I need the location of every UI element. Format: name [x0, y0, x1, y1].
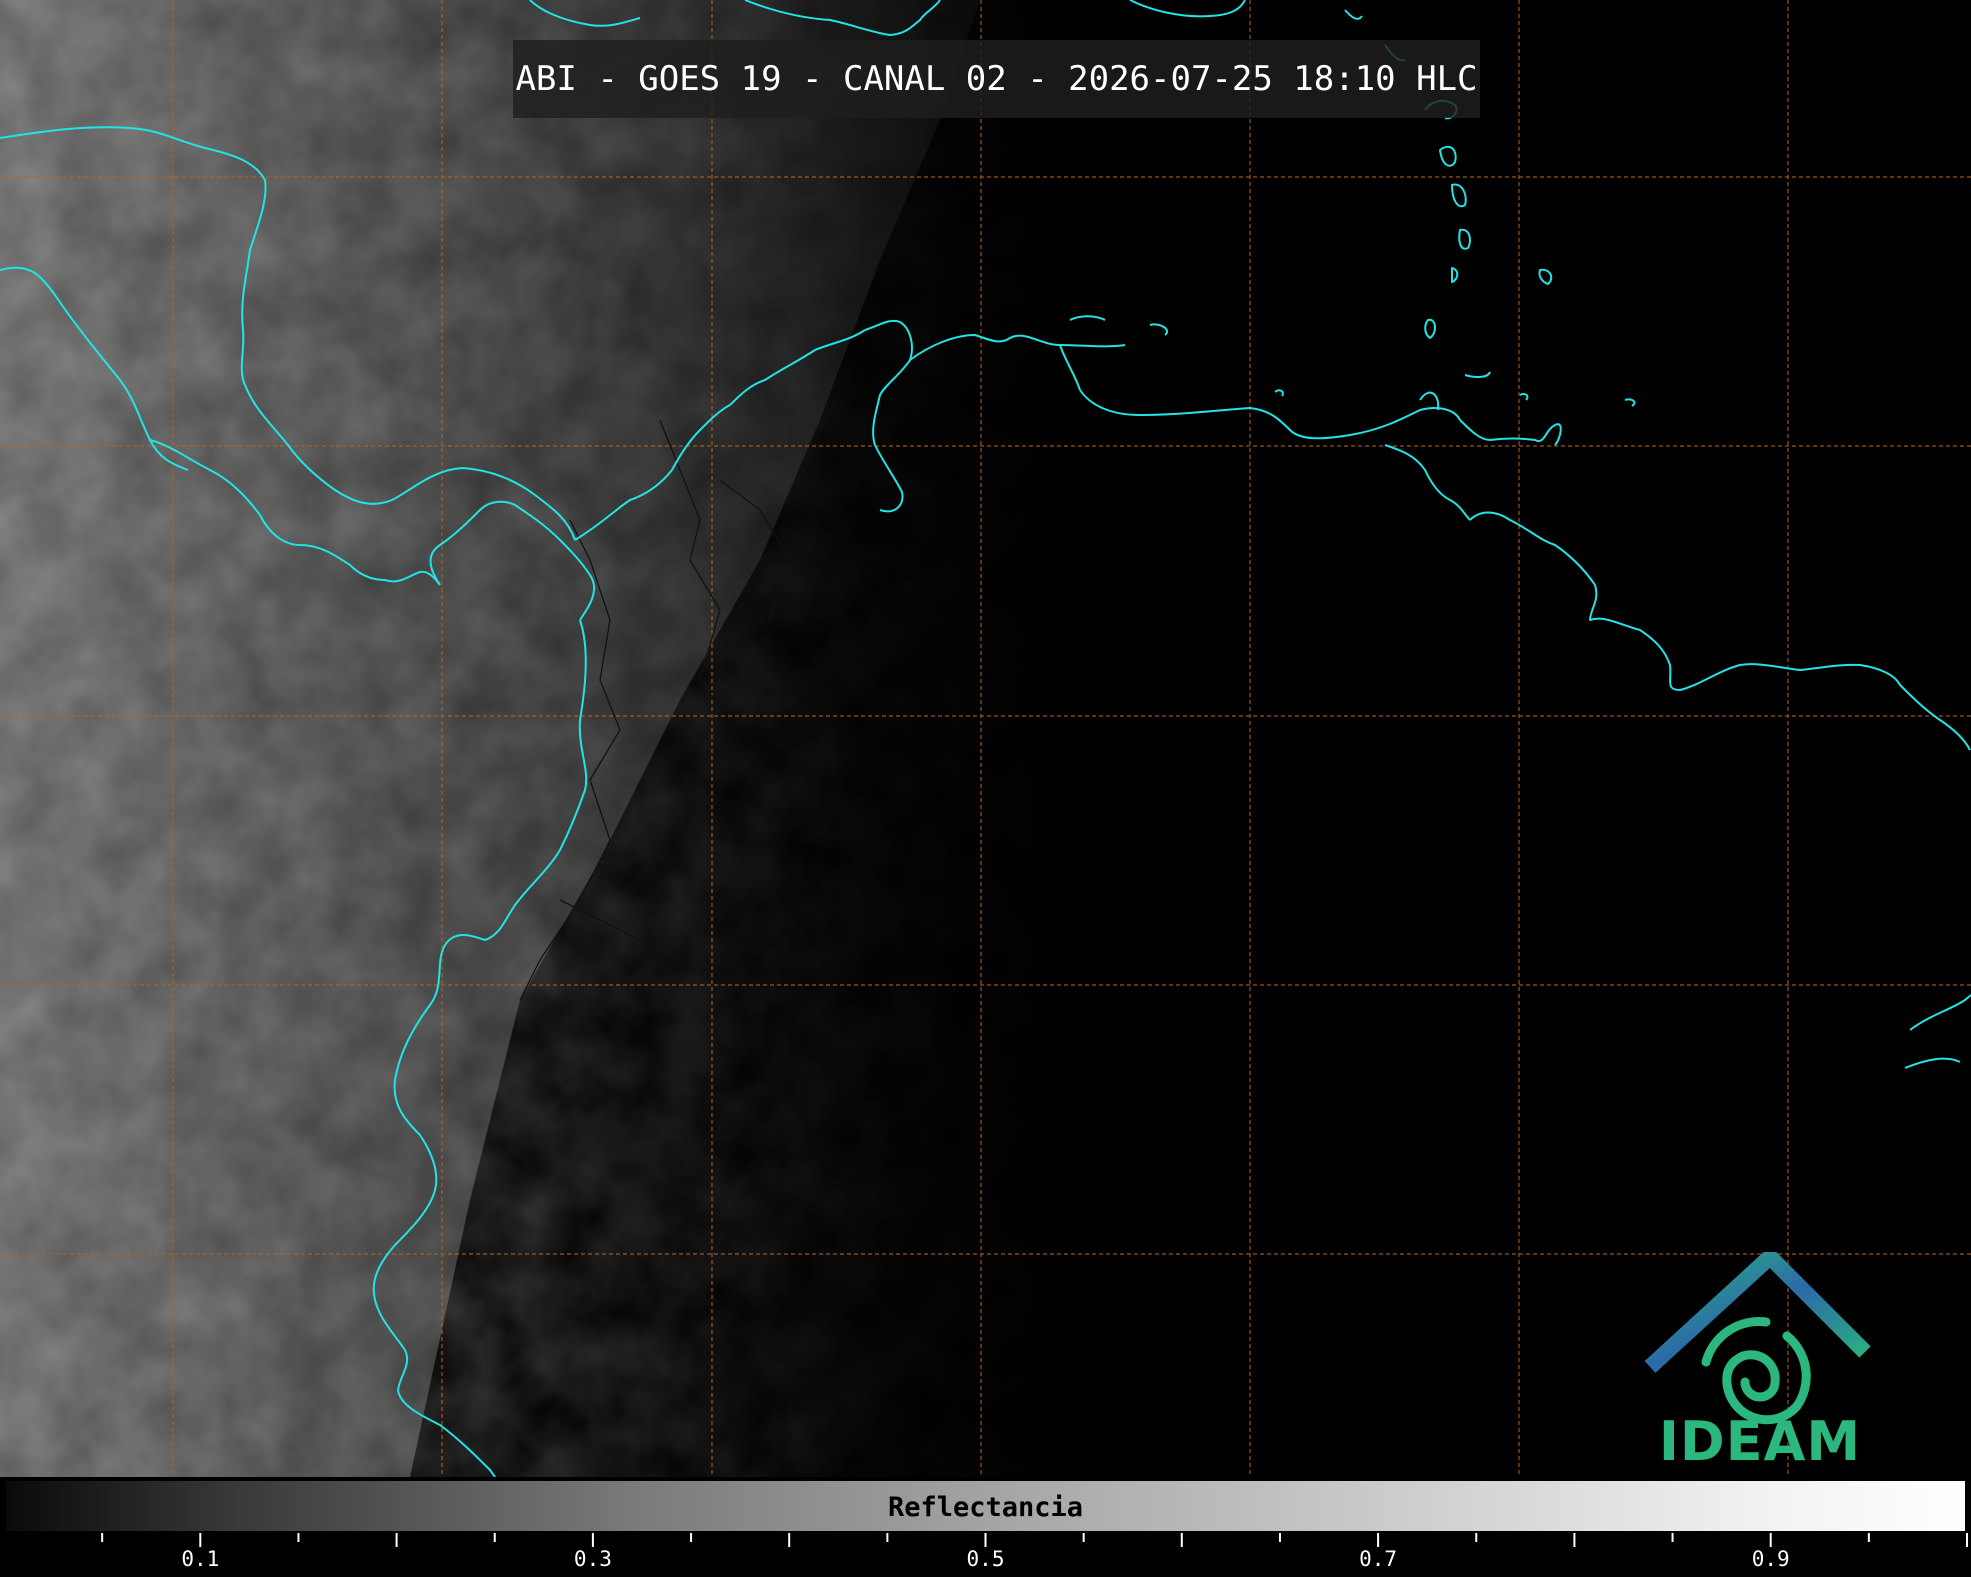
title-bar: ABI - GOES 19 - CANAL 02 - 2026-07-25 18…	[513, 40, 1480, 118]
logo-swirl-icon	[1701, 1317, 1811, 1425]
map-title: ABI - GOES 19 - CANAL 02 - 2026-07-25 18…	[515, 59, 1478, 99]
satellite-map: ABI - GOES 19 - CANAL 02 - 2026-07-25 18…	[0, 0, 1971, 1477]
colorbar-tick-labels: 0.1 0.3 0.5 0.7 0.9	[181, 1547, 1789, 1571]
logo-roof	[1644, 1252, 1871, 1373]
colorbar-label: Reflectancia	[887, 1492, 1084, 1523]
colorbar-tick-marks	[101, 1533, 1968, 1547]
colorbar-tick-label: 0.3	[574, 1547, 612, 1571]
colorbar-tick-label: 0.9	[1752, 1547, 1790, 1571]
colorbar-tick-label: 0.1	[181, 1547, 219, 1571]
colorbar-tick-label: 0.5	[967, 1547, 1005, 1571]
colorbar-tick-label: 0.7	[1359, 1547, 1397, 1571]
colorbar-axis: 0.1 0.3 0.5 0.7 0.9	[101, 1533, 1968, 1571]
colorbar: Reflectancia	[4, 1479, 1967, 1533]
logo-text: IDEAM	[1658, 1410, 1862, 1473]
